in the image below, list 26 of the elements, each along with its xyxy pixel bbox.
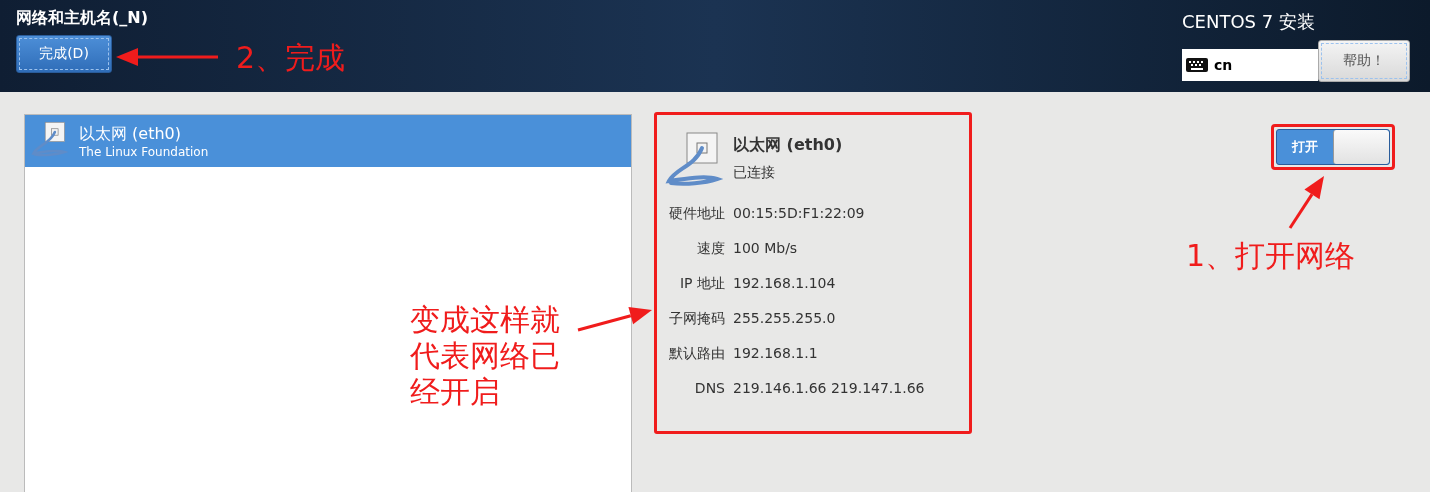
done-button[interactable]: 完成(D) — [16, 35, 112, 73]
product-title: CENTOS 7 安装 — [1182, 10, 1315, 34]
field-value: 219.146.1.66 219.147.1.66 — [733, 379, 926, 398]
annotation-text: 2、完成 — [236, 40, 347, 76]
screen-title: 网络和主机名(_N) — [16, 8, 148, 29]
annotation-arrow — [1288, 176, 1324, 229]
device-list-item[interactable]: 以太网 (eth0) The Linux Foundation — [25, 115, 631, 167]
field-label: DNS — [693, 379, 725, 398]
field-label: 子网掩码 — [668, 309, 725, 328]
annotation-text: 1、打开网络 — [1186, 238, 1357, 274]
annotation-text: 变成这样就代表网络已经开启 — [410, 302, 561, 410]
connection-status: 已连接 — [733, 164, 776, 182]
help-button[interactable]: 帮助！ — [1318, 40, 1410, 82]
keyboard-layout-field[interactable]: cn — [1182, 49, 1318, 81]
network-toggle-switch[interactable]: 打开 — [1276, 129, 1390, 165]
field-label: 默认路由 — [668, 344, 725, 363]
field-value: 192.168.1.104 — [733, 274, 837, 293]
field-value: 192.168.1.1 — [733, 344, 819, 363]
field-label: 速度 — [696, 239, 725, 258]
field-value: 100 Mb/s — [733, 239, 799, 258]
keyboard-icon — [1186, 58, 1208, 72]
field-value: 255.255.255.0 — [733, 309, 837, 328]
field-label: 硬件地址 — [668, 204, 725, 223]
field-value: 00:15:5D:F1:22:09 — [733, 204, 866, 223]
field-label: IP 地址 — [678, 274, 725, 293]
device-name: 以太网 (eth0) — [733, 135, 843, 156]
